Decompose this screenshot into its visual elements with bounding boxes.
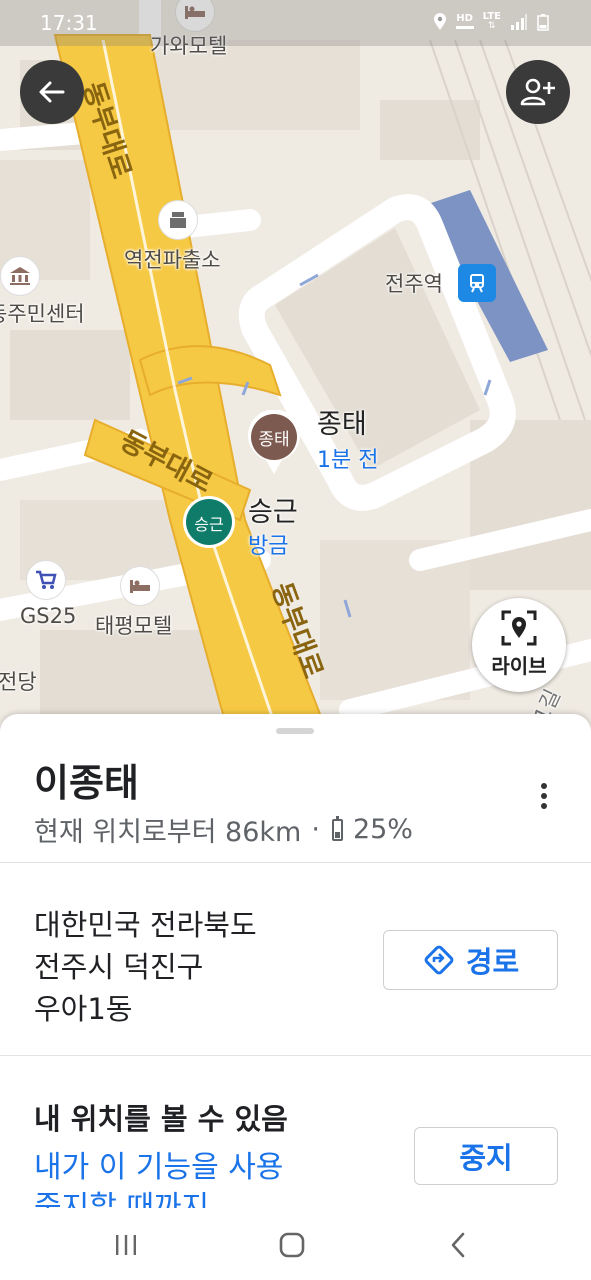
battery-percent: 25% (352, 814, 413, 845)
back-arrow-icon (39, 81, 65, 103)
route-button[interactable]: 경로 (383, 930, 558, 990)
marker-name-seunggeun: 승근 (248, 497, 298, 528)
live-view-button[interactable]: 라이브 (472, 598, 566, 692)
more-vert-icon (541, 783, 547, 789)
shopping-cart-icon (26, 560, 66, 600)
map-label-community-center: 동주민센터 (0, 302, 85, 326)
person-name: 이종태 (34, 761, 139, 805)
live-label: 라이브 (491, 654, 547, 678)
marker-initials: 종태 (258, 430, 290, 450)
map-label-jeondang: 전당 (0, 670, 37, 694)
sheet-drag-handle[interactable] (276, 728, 314, 734)
nav-back-button[interactable] (433, 1226, 483, 1264)
directions-icon (424, 945, 454, 975)
status-time: 17:31 (40, 11, 98, 35)
map-label-jeonju-station: 전주역 (385, 272, 443, 296)
map-view[interactable]: 가와모텔 역전파출소 동주민센터 전주역 GS25 태평모텔 전당 1길 동부대… (0, 0, 591, 740)
divider (0, 862, 591, 863)
recent-apps-button[interactable] (101, 1226, 151, 1264)
hd-text: HD (456, 13, 473, 24)
more-options-button[interactable] (526, 776, 562, 816)
address-line: 대한민국 전라북도 (34, 908, 257, 942)
motel-icon (120, 566, 160, 606)
sharing-duration-line: 내가 이 기능을 사용 (34, 1150, 284, 1185)
location-icon (433, 12, 446, 30)
back-button[interactable] (20, 60, 84, 124)
person-marker-seunggeun[interactable]: 승근 (183, 496, 235, 548)
marker-status-jongtae: 1분 전 (317, 448, 379, 473)
hd-voice-icon: HD (455, 13, 474, 29)
route-label: 경로 (465, 945, 520, 979)
map-label-taepyeong-motel: 태평모텔 (95, 614, 173, 638)
signal-icon (511, 13, 527, 30)
person-detail-sheet[interactable]: 이종태 현재 위치로부터 86km · 25% 대한민국 전라북도 전주시 덕진… (0, 714, 591, 1208)
live-location-icon (501, 610, 537, 646)
back-icon (451, 1232, 465, 1258)
recent-apps-icon (116, 1235, 136, 1255)
stop-label: 중지 (459, 1141, 513, 1175)
separator: · (311, 814, 320, 845)
lte-icon: LTE ⇅ (482, 11, 501, 31)
map-label-gs25: GS25 (20, 604, 77, 628)
address-line: 전주시 덕진구 (34, 950, 204, 984)
sharing-title: 내 위치를 볼 수 있음 (34, 1102, 288, 1136)
add-person-icon (520, 78, 555, 106)
home-button[interactable] (267, 1226, 317, 1264)
status-bar: 17:31 HD LTE ⇅ (0, 0, 591, 46)
distance-battery-line: 현재 위치로부터 86km · 25% (34, 810, 413, 849)
distance-text: 현재 위치로부터 86km (34, 817, 302, 848)
battery-icon (537, 13, 549, 31)
marker-initials: 승근 (194, 515, 224, 534)
system-nav-bar (0, 1208, 591, 1280)
divider (0, 1055, 591, 1056)
address-line: 우아1동 (34, 992, 133, 1026)
battery-level-icon (331, 815, 343, 841)
marker-name-jongtae: 종태 (317, 409, 367, 440)
police-icon (158, 200, 198, 240)
stop-sharing-button[interactable]: 중지 (414, 1127, 558, 1185)
government-building-icon (0, 256, 40, 296)
map-label-police-box: 역전파출소 (124, 248, 221, 272)
sharing-duration-line: 중지할 때까지 (34, 1190, 210, 1208)
person-marker-jongtae[interactable]: 종태 (246, 409, 302, 476)
add-person-button[interactable] (506, 60, 570, 124)
train-station-icon (458, 264, 496, 302)
status-icons: HD LTE ⇅ (433, 12, 549, 31)
marker-status-seunggeun: 방금 (248, 534, 289, 559)
home-icon (279, 1232, 305, 1258)
